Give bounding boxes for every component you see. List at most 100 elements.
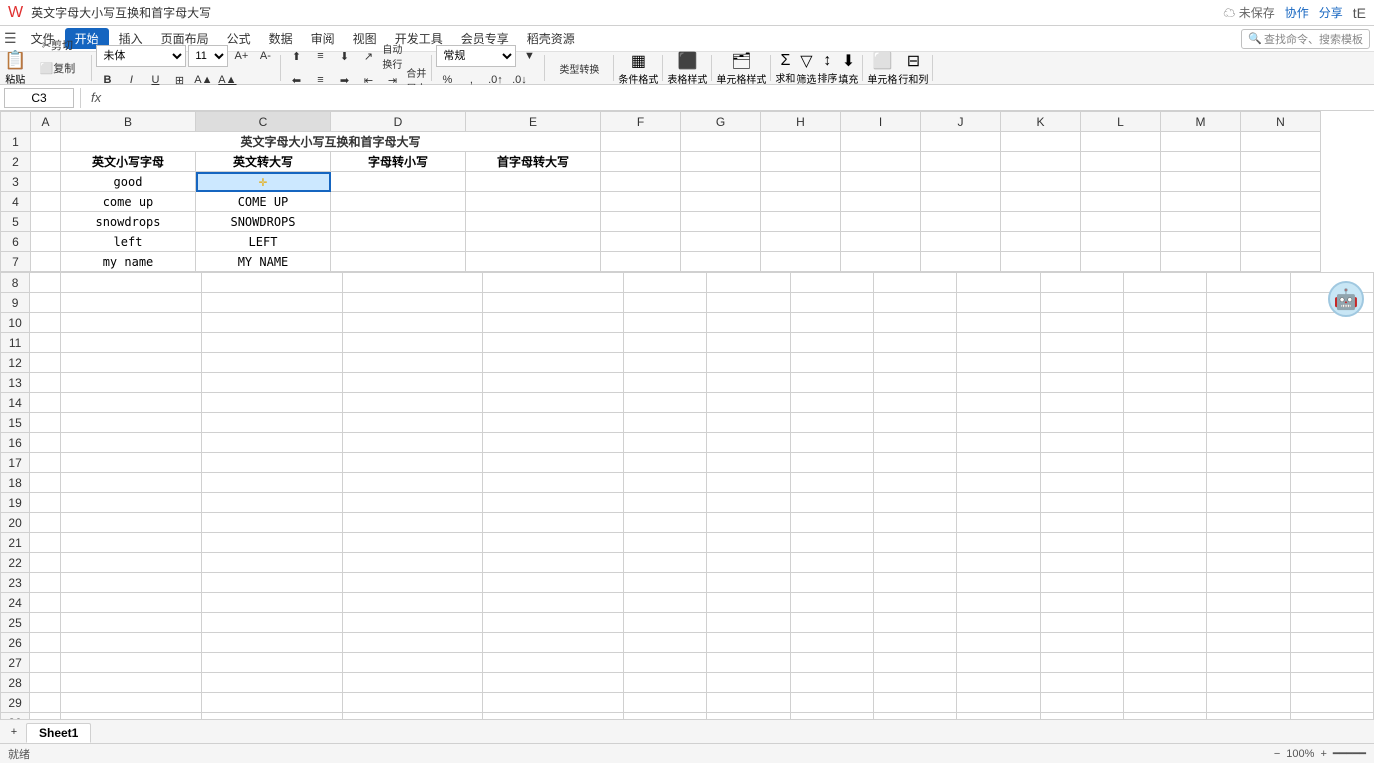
- cell-16-2[interactable]: [202, 433, 343, 453]
- cell-23-10[interactable]: [1040, 573, 1123, 593]
- cell-30-0[interactable]: [30, 713, 61, 720]
- cell-12-10[interactable]: [1040, 353, 1123, 373]
- cell-c5[interactable]: SNOWDROPS: [196, 212, 331, 232]
- cell-9-5[interactable]: [623, 293, 706, 313]
- cell-27-9[interactable]: [957, 653, 1040, 673]
- cell-23-0[interactable]: [30, 573, 61, 593]
- cell-8-4[interactable]: [483, 273, 624, 293]
- cell-11-12[interactable]: [1207, 333, 1290, 353]
- conditional-format-btn[interactable]: ▦ 条件格式: [618, 51, 658, 86]
- cell-28-11[interactable]: [1123, 673, 1206, 693]
- cell-21-5[interactable]: [623, 533, 706, 553]
- cell-24-7[interactable]: [790, 593, 873, 613]
- type-convert-btn[interactable]: 类型转换: [549, 57, 609, 79]
- cell-26-0[interactable]: [30, 633, 61, 653]
- row-header-25[interactable]: 25: [1, 613, 30, 633]
- cell-28-4[interactable]: [483, 673, 624, 693]
- cell-8-1[interactable]: [61, 273, 202, 293]
- cell-25-2[interactable]: [202, 613, 343, 633]
- cell-18-7[interactable]: [790, 473, 873, 493]
- cell-b5[interactable]: snowdrops: [61, 212, 196, 232]
- cell-29-13[interactable]: [1290, 693, 1373, 713]
- cell-24-11[interactable]: [1123, 593, 1206, 613]
- cell-25-10[interactable]: [1040, 613, 1123, 633]
- cell-21-13[interactable]: [1290, 533, 1373, 553]
- cell-11-7[interactable]: [790, 333, 873, 353]
- cell-9-2[interactable]: [202, 293, 343, 313]
- cell-f7[interactable]: [601, 252, 681, 272]
- cell-d2[interactable]: 字母转小写: [331, 152, 466, 172]
- cell-27-13[interactable]: [1290, 653, 1373, 673]
- cell-29-0[interactable]: [30, 693, 61, 713]
- cell-b2[interactable]: 英文小写字母: [61, 152, 196, 172]
- cell-30-6[interactable]: [707, 713, 790, 720]
- cell-22-10[interactable]: [1040, 553, 1123, 573]
- cell-i1[interactable]: [841, 132, 921, 152]
- cell-15-10[interactable]: [1040, 413, 1123, 433]
- formula-input[interactable]: [109, 88, 1370, 108]
- cell-k7[interactable]: [1001, 252, 1081, 272]
- cell-28-3[interactable]: [342, 673, 483, 693]
- cell-g6[interactable]: [681, 232, 761, 252]
- cell-17-6[interactable]: [707, 453, 790, 473]
- cell-16-5[interactable]: [623, 433, 706, 453]
- cell-17-5[interactable]: [623, 453, 706, 473]
- cell-29-4[interactable]: [483, 693, 624, 713]
- cell-20-5[interactable]: [623, 513, 706, 533]
- cell-19-4[interactable]: [483, 493, 624, 513]
- cell-12-8[interactable]: [873, 353, 956, 373]
- cell-11-9[interactable]: [957, 333, 1040, 353]
- cell-9-8[interactable]: [873, 293, 956, 313]
- cell-i2[interactable]: [841, 152, 921, 172]
- cell-c7[interactable]: MY NAME: [196, 252, 331, 272]
- cell-8-2[interactable]: [202, 273, 343, 293]
- cell-h5[interactable]: [761, 212, 841, 232]
- cell-8-10[interactable]: [1040, 273, 1123, 293]
- cell-12-13[interactable]: [1290, 353, 1373, 373]
- row-header-12[interactable]: 12: [1, 353, 30, 373]
- cell-9-6[interactable]: [707, 293, 790, 313]
- cell-n5[interactable]: [1241, 212, 1321, 232]
- add-sheet-btn[interactable]: +: [4, 721, 24, 743]
- row-header-1[interactable]: 1: [1, 132, 31, 152]
- row-header-18[interactable]: 18: [1, 473, 30, 493]
- col-header-n[interactable]: N: [1241, 112, 1321, 132]
- cell-27-8[interactable]: [873, 653, 956, 673]
- cell-18-12[interactable]: [1207, 473, 1290, 493]
- cell-26-8[interactable]: [873, 633, 956, 653]
- cell-12-12[interactable]: [1207, 353, 1290, 373]
- row-header-15[interactable]: 15: [1, 413, 30, 433]
- cell-15-1[interactable]: [61, 413, 202, 433]
- cell-22-1[interactable]: [61, 553, 202, 573]
- cell-12-0[interactable]: [30, 353, 61, 373]
- cell-22-13[interactable]: [1290, 553, 1373, 573]
- cell-12-9[interactable]: [957, 353, 1040, 373]
- cell-11-4[interactable]: [483, 333, 624, 353]
- cell-18-0[interactable]: [30, 473, 61, 493]
- cell-d7[interactable]: [331, 252, 466, 272]
- cell-20-10[interactable]: [1040, 513, 1123, 533]
- cell-18-8[interactable]: [873, 473, 956, 493]
- row-col-btn[interactable]: ⊟ 行和列: [898, 51, 928, 86]
- avatar-area[interactable]: 🤖: [1328, 281, 1364, 317]
- cell-28-13[interactable]: [1290, 673, 1373, 693]
- cell-14-3[interactable]: [342, 393, 483, 413]
- cell-n2[interactable]: [1241, 152, 1321, 172]
- cell-21-8[interactable]: [873, 533, 956, 553]
- cell-19-2[interactable]: [202, 493, 343, 513]
- cell-14-9[interactable]: [957, 393, 1040, 413]
- cell-23-12[interactable]: [1207, 573, 1290, 593]
- cell-j6[interactable]: [921, 232, 1001, 252]
- row-header-29[interactable]: 29: [1, 693, 30, 713]
- cell-18-1[interactable]: [61, 473, 202, 493]
- cell-10-9[interactable]: [957, 313, 1040, 333]
- search-area[interactable]: 🔍 查找命令、搜索模板: [1241, 29, 1370, 49]
- cell-m1[interactable]: [1161, 132, 1241, 152]
- cell-11-5[interactable]: [623, 333, 706, 353]
- cell-n1[interactable]: [1241, 132, 1321, 152]
- cell-8-11[interactable]: [1123, 273, 1206, 293]
- font-size-inc-btn[interactable]: A+: [230, 45, 252, 67]
- row-header-11[interactable]: 11: [1, 333, 30, 353]
- row-header-28[interactable]: 28: [1, 673, 30, 693]
- cell-20-2[interactable]: [202, 513, 343, 533]
